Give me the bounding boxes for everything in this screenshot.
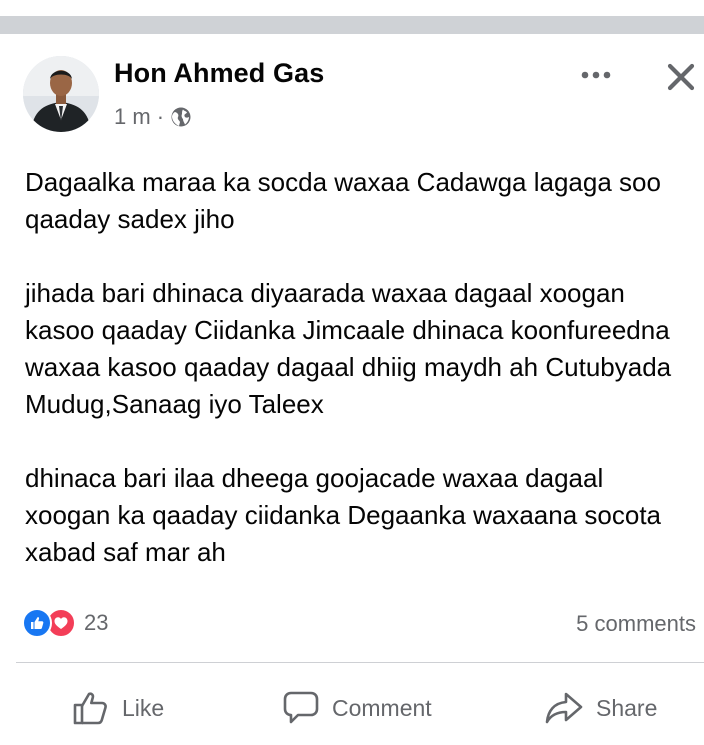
post-meta: 1 m · xyxy=(114,104,192,130)
comment-bubble-icon xyxy=(283,691,319,724)
share-label: Share xyxy=(596,694,658,721)
divider xyxy=(16,662,704,663)
globe-icon[interactable] xyxy=(170,106,192,128)
feed-separator xyxy=(0,16,704,34)
post-paragraph: dhinaca bari ilaa dheega goojacade waxaa… xyxy=(25,463,662,567)
reaction-count: 23 xyxy=(84,610,109,635)
meta-separator: · xyxy=(156,104,165,129)
more-options-button[interactable] xyxy=(574,60,618,90)
like-button[interactable]: Like xyxy=(72,688,164,728)
share-arrow-icon xyxy=(545,692,583,724)
post-card: Hon Ahmed Gas 1 m · Dagaalka maraa ka so… xyxy=(0,34,704,745)
reactions-summary[interactable]: 23 xyxy=(22,608,108,638)
comment-button[interactable]: Comment xyxy=(282,688,432,728)
like-reaction-icon xyxy=(22,608,52,638)
close-icon xyxy=(667,63,695,91)
post-paragraph: Dagaalka maraa ka socda waxaa Cadawga la… xyxy=(25,167,661,234)
comments-count[interactable]: 5 comments xyxy=(576,611,696,637)
thumbs-up-icon xyxy=(73,692,107,725)
avatar-photo xyxy=(23,56,99,132)
post-body: Dagaalka maraa ka socda waxaa Cadawga la… xyxy=(25,164,693,571)
more-options-icon xyxy=(581,71,611,79)
author-name[interactable]: Hon Ahmed Gas xyxy=(114,58,324,89)
share-button[interactable]: Share xyxy=(544,688,657,728)
close-button[interactable] xyxy=(660,56,702,98)
like-label: Like xyxy=(122,694,165,721)
top-strip xyxy=(0,0,704,34)
post-paragraph: jihada bari dhinaca diyaarada waxaa daga… xyxy=(25,278,672,419)
avatar[interactable] xyxy=(23,56,99,132)
comment-label: Comment xyxy=(332,694,432,721)
post-time[interactable]: 1 m xyxy=(114,104,151,130)
